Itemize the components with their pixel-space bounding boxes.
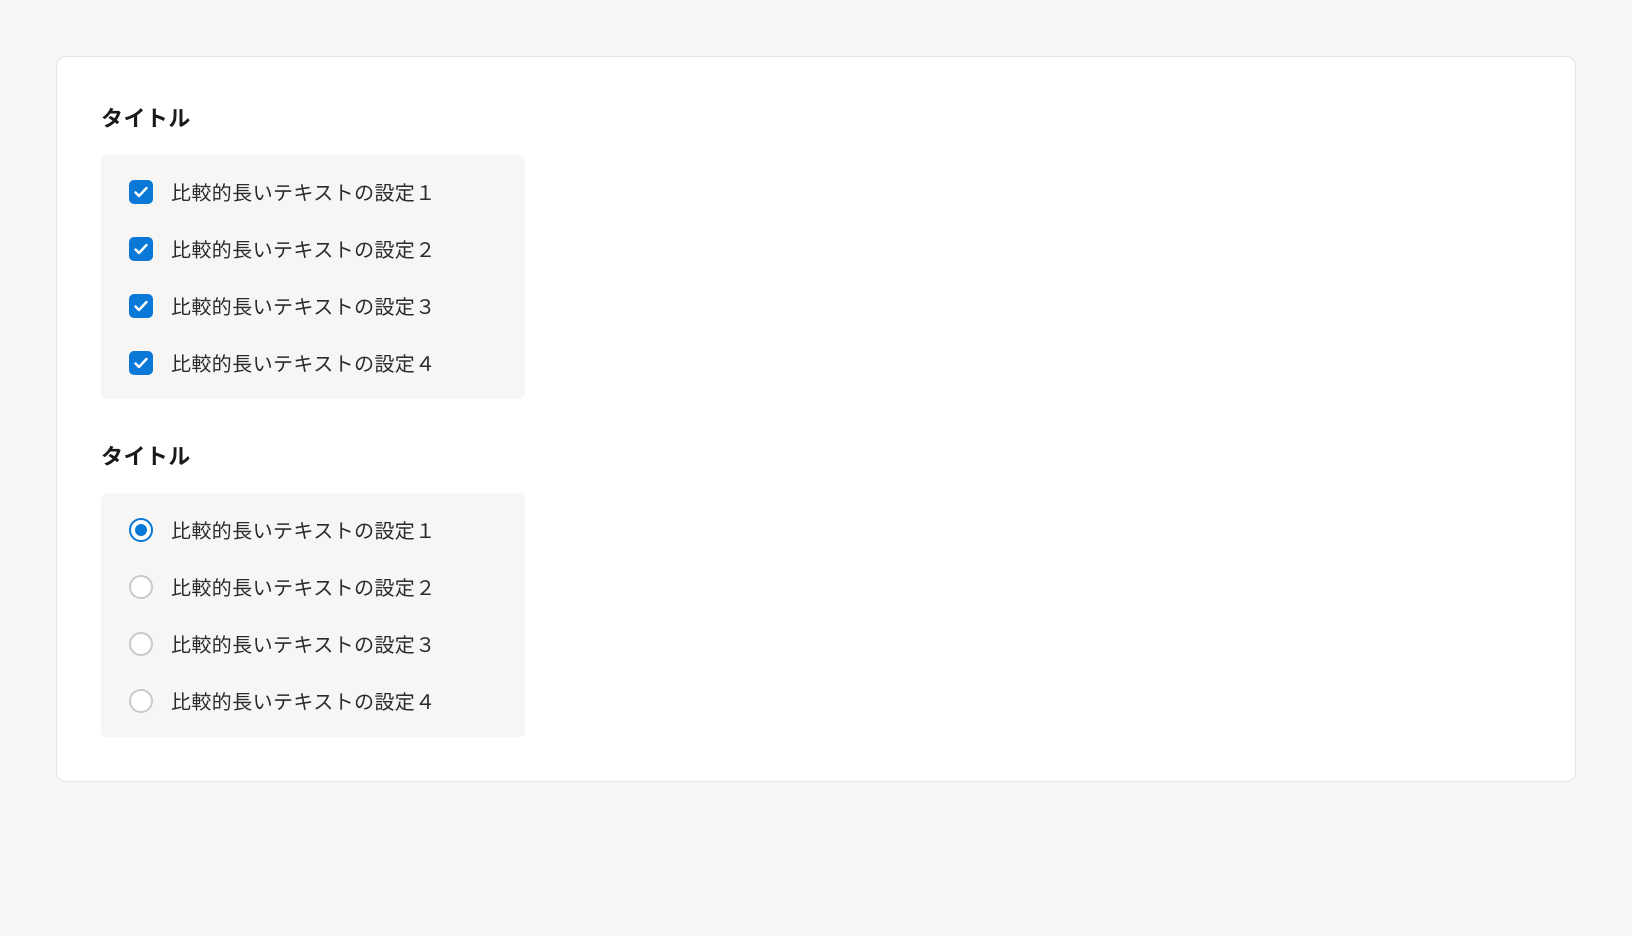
option-label: 比較的長いテキストの設定３ [171,291,436,320]
option-label: 比較的長いテキストの設定４ [171,348,436,377]
radio-options-panel: 比較的長いテキストの設定１ 比較的長いテキストの設定２ 比較的長いテキストの設定… [101,493,525,737]
option-label: 比較的長いテキストの設定１ [171,177,436,206]
radio-icon [129,689,153,713]
option-label: 比較的長いテキストの設定４ [171,686,436,715]
checkbox-option-row[interactable]: 比較的長いテキストの設定１ [101,163,525,220]
radio-icon [129,518,153,542]
option-label: 比較的長いテキストの設定２ [171,572,436,601]
radio-option-row[interactable]: 比較的長いテキストの設定３ [101,615,525,672]
checkbox-icon [129,351,153,375]
checkbox-option-row[interactable]: 比較的長いテキストの設定２ [101,220,525,277]
radio-icon [129,575,153,599]
checkbox-icon [129,237,153,261]
radio-option-row[interactable]: 比較的長いテキストの設定４ [101,672,525,729]
radio-option-row[interactable]: 比較的長いテキストの設定２ [101,558,525,615]
checkbox-section: タイトル 比較的長いテキストの設定１ 比較的長いテキストの設定２ 比較的長いテキ… [101,101,1531,399]
section-title: タイトル [101,439,1531,471]
radio-section: タイトル 比較的長いテキストの設定１ 比較的長いテキストの設定２ 比較的長いテキ… [101,439,1531,737]
radio-option-row[interactable]: 比較的長いテキストの設定１ [101,501,525,558]
checkbox-option-row[interactable]: 比較的長いテキストの設定４ [101,334,525,391]
radio-icon [129,632,153,656]
checkbox-option-row[interactable]: 比較的長いテキストの設定３ [101,277,525,334]
option-label: 比較的長いテキストの設定３ [171,629,436,658]
checkbox-options-panel: 比較的長いテキストの設定１ 比較的長いテキストの設定２ 比較的長いテキストの設定… [101,155,525,399]
section-title: タイトル [101,101,1531,133]
option-label: 比較的長いテキストの設定２ [171,234,436,263]
option-label: 比較的長いテキストの設定１ [171,515,436,544]
checkbox-icon [129,294,153,318]
checkbox-icon [129,180,153,204]
settings-card: タイトル 比較的長いテキストの設定１ 比較的長いテキストの設定２ 比較的長いテキ… [56,56,1576,782]
